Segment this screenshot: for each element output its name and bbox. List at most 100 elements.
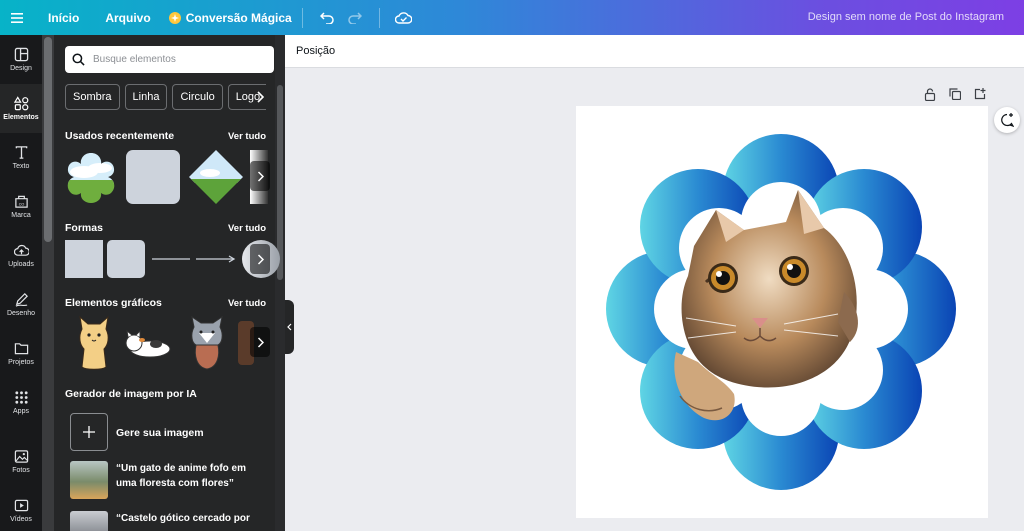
flower-frame-with-cat[interactable] [576,106,988,518]
ai-generator-title: Gerador de imagem por IA [65,388,197,400]
anime-cat-thumbnail [70,461,108,499]
duplicate-icon[interactable] [947,86,963,102]
star-icon [168,11,181,24]
square-shape[interactable] [65,240,103,278]
panel-scroll-thumb[interactable] [44,37,52,242]
magic-switch-button[interactable]: Conversão Mágica [168,10,292,25]
chevron-left-icon [287,323,292,331]
shapes-next-button[interactable] [250,244,270,274]
sidebar-item-brand[interactable]: CO Marca [0,182,42,231]
generate-image-button[interactable] [70,413,108,451]
sidebar-rail: Design Elementos Texto CO Marca Uploads … [0,35,42,531]
line-shape[interactable] [152,240,192,278]
sidebar-item-label: Desenho [6,310,36,317]
rounded-square-shape[interactable] [107,240,145,278]
undo-icon[interactable] [313,4,341,32]
graphics-see-all-link[interactable]: Ver tudo [228,298,266,309]
rounded-square-thumbnail[interactable] [126,150,180,204]
design-canvas[interactable] [576,106,988,518]
text-icon [15,146,27,159]
sidebar-item-label: Elementos [3,114,39,121]
magic-switch-label: Conversão Mágica [185,10,292,25]
shape-items [65,240,280,278]
ai-prompt-item[interactable]: “Castelo gótico cercado por [70,511,251,531]
sidebar-item-draw[interactable]: Desenho [0,280,42,329]
recent-see-all-link[interactable]: Ver tudo [228,131,266,142]
redo-icon[interactable] [341,4,369,32]
content-scrollbar[interactable] [275,35,285,531]
chevron-right-icon[interactable] [251,88,269,106]
sidebar-item-label: Apps [13,408,29,415]
sidebar-item-apps[interactable]: Apps [0,378,42,427]
shapes-see-all-link[interactable]: Ver tudo [228,223,266,234]
recent-title: Usados recentemente [65,130,175,142]
chip-line[interactable]: Linha [124,84,168,110]
sidebar-item-projects[interactable]: Projetos [0,329,42,378]
divider [378,7,380,28]
draw-icon [15,293,28,307]
chip-shadow[interactable]: Sombra [65,84,120,110]
comment-icon [1001,113,1014,127]
elements-panel: Busque elementos Sombra Linha Circulo Lo… [42,35,285,531]
home-link[interactable]: Início [48,11,79,25]
photo-icon [14,450,28,463]
file-menu[interactable]: Arquivo [105,11,150,25]
flower-frame-thumbnail[interactable] [64,150,118,204]
sidebar-item-label: Texto [12,163,30,170]
cloud-save-icon[interactable] [390,4,418,32]
sidebar-item-uploads[interactable]: Uploads [0,231,42,280]
apps-icon [14,391,28,404]
graphic-items [72,315,254,371]
sidebar-item-label: Fotos [12,467,30,474]
chevron-right-icon [257,336,264,348]
chip-circle[interactable]: Circulo [172,84,223,110]
castle-thumbnail [70,511,108,531]
add-page-icon[interactable] [972,86,988,102]
divider [301,7,303,28]
collapse-panel-button[interactable] [285,300,294,354]
sidebar-item-photos[interactable]: Fotos [0,437,42,486]
search-input[interactable]: Busque elementos [65,46,274,73]
search-placeholder: Busque elementos [93,54,176,65]
upload-icon [13,244,29,256]
recent-next-button[interactable] [250,161,270,191]
ai-prompt-item[interactable]: “Um gato de anime fofo em uma floresta c… [70,461,251,499]
arrow-shape[interactable] [196,240,236,278]
sidebar-item-text[interactable]: Texto [0,133,42,182]
ai-prompt-text: “Castelo gótico cercado por [116,513,250,524]
svg-text:CO: CO [18,202,24,206]
sidebar-item-label: Projetos [8,359,34,366]
context-toolbar: Posição [285,35,1024,68]
folder-icon [14,343,28,355]
design-title[interactable]: Design sem nome de Post do Instagram [808,11,1004,23]
video-icon [14,499,28,512]
position-button[interactable]: Posição [296,45,335,57]
shapes-title: Formas [65,222,103,234]
top-bar: Início Arquivo Conversão Mágica Design s… [0,0,1024,35]
sidebar-item-label: Vídeos [10,516,32,523]
hamburger-menu-icon[interactable] [0,12,34,23]
add-comment-button[interactable] [994,107,1020,133]
lock-icon[interactable] [922,86,938,102]
plus-icon [83,426,95,438]
cat-sitting-graphic[interactable] [72,315,116,371]
generate-image-label[interactable]: Gere sua imagem [116,427,204,439]
graphics-title: Elementos gráficos [65,297,162,309]
brand-icon: CO [14,195,28,208]
cat-lying-graphic[interactable] [122,323,176,363]
panel-scrollbar[interactable] [42,35,54,531]
chevron-right-icon [257,253,264,265]
layout-icon [14,47,28,62]
sidebar-item-label: Uploads [8,261,34,268]
ai-prompt-text: “Um gato de anime fofo em uma floresta c… [116,463,247,489]
diamond-frame-thumbnail[interactable] [188,149,244,205]
husky-dog-graphic[interactable] [184,315,230,371]
sidebar-item-videos[interactable]: Vídeos [0,486,42,531]
sidebar-item-label: Design [10,65,32,72]
graphics-next-button[interactable] [250,327,270,357]
shapes-icon [13,96,28,111]
sidebar-item-label: Marca [11,212,31,219]
sidebar-item-elements[interactable]: Elementos [0,84,42,133]
recent-items [64,149,268,205]
sidebar-item-design[interactable]: Design [0,35,42,84]
